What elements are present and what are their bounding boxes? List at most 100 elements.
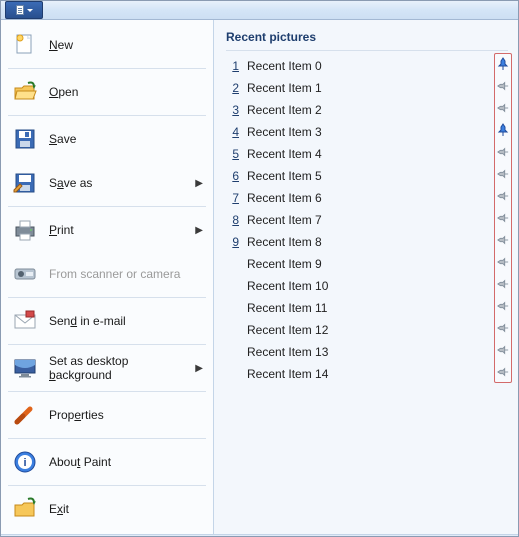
pin-icon[interactable] [497,298,509,314]
menu-item-exit[interactable]: Exit [4,487,210,531]
menu-item-about-paint[interactable]: i About Paint [4,440,210,484]
menu-item-print[interactable]: Print ▶ [4,208,210,252]
menu-item-label: From scanner or camera [49,267,203,281]
menu-item-set-as-desktop-background[interactable]: Set as desktop background▶ [4,346,210,390]
recent-item[interactable]: Recent Item 13 [226,341,508,363]
recent-heading: Recent pictures [226,28,508,51]
titlebar [1,1,518,20]
pin-icon[interactable] [497,100,509,116]
pin-icon-pinned[interactable] [497,122,509,138]
recent-item[interactable]: 5 Recent Item 4 [226,143,508,165]
menu-separator [8,344,206,345]
recent-item-name: Recent Item 7 [247,213,322,227]
desktop-icon [11,354,39,382]
chevron-down-icon [27,9,33,12]
exit-icon [11,495,39,523]
pin-icon[interactable] [497,342,509,358]
app-window: New Open Save Save as ▶ Print ▶ From scanner or… [0,0,519,537]
menu-item-save-as[interactable]: Save as ▶ [4,161,210,205]
menu-footer [1,534,518,536]
properties-icon [11,401,39,429]
recent-item-number: 3 [229,103,239,117]
email-icon [11,307,39,335]
menu-item-save[interactable]: Save [4,117,210,161]
about-icon: i [11,448,39,476]
menu-separator [8,438,206,439]
pin-icon[interactable] [497,78,509,94]
pin-icon[interactable] [497,364,509,380]
recent-item-number: 7 [229,191,239,205]
menu-item-properties[interactable]: Properties [4,393,210,437]
svg-text:i: i [23,457,26,469]
submenu-arrow-icon: ▶ [195,178,203,189]
recent-item-name: Recent Item 4 [247,147,322,161]
menu-separator [8,485,206,486]
document-icon [16,5,24,15]
recent-item[interactable]: 8 Recent Item 7 [226,209,508,231]
save-icon [11,125,39,153]
recent-item-name: Recent Item 10 [247,279,328,293]
recent-item[interactable]: Recent Item 11 [226,297,508,319]
menu-item-label: Properties [49,408,203,422]
pin-icon[interactable] [497,188,509,204]
recent-item-name: Recent Item 9 [247,257,322,271]
pin-icon[interactable] [497,144,509,160]
recent-item[interactable]: Recent Item 10 [226,275,508,297]
menu-left-column: New Open Save Save as ▶ Print ▶ From scanner or… [1,20,214,534]
recent-item[interactable]: 7 Recent Item 6 [226,187,508,209]
pin-icon[interactable] [497,320,509,336]
recent-item[interactable]: 2Recent Item 1 [226,77,508,99]
recent-item[interactable]: 9Recent Item 8 [226,231,508,253]
recent-item[interactable]: 1 Recent Item 0 [226,55,508,77]
menu-item-new[interactable]: New [4,23,210,67]
pin-icon[interactable] [497,210,509,226]
pin-icon[interactable] [497,276,509,292]
pin-icon[interactable] [497,166,509,182]
recent-item[interactable]: 4 Recent Item 3 [226,121,508,143]
menu-item-label: About Paint [49,455,203,469]
recent-item-number: 8 [229,213,239,227]
recent-item[interactable]: Recent Item 14 [226,363,508,385]
recent-item[interactable]: Recent Item 12 [226,319,508,341]
menu-item-label: Save as [49,176,185,190]
recent-item-name: Recent Item 6 [247,191,322,205]
menu-separator [8,68,206,69]
recent-item-name: Recent Item 3 [247,125,322,139]
recent-item-number: 1 [229,59,239,73]
menu-item-label: New [49,38,203,52]
open-icon [11,78,39,106]
menu-item-label: Send in e-mail [49,314,203,328]
recent-item[interactable]: Recent Item 9 [226,253,508,275]
recent-item-name: Recent Item 5 [247,169,322,183]
recent-list: 1Recent Item 02Recent Item 13Recent Item… [226,55,508,526]
menu-separator [8,391,206,392]
pin-icon[interactable] [497,254,509,270]
recent-item-number: 4 [229,125,239,139]
menu-item-from-scanner-or-camera: From scanner or camera [4,252,210,296]
recent-item-name: Recent Item 11 [247,301,327,315]
saveas-icon [11,169,39,197]
pin-icon-pinned[interactable] [497,56,509,72]
menu-item-label: Save [49,132,203,146]
pin-column [494,53,512,383]
menu-item-label: Open [49,85,203,99]
recent-panel: Recent pictures 1 Recent Item 0 2Recent It… [214,20,518,534]
recent-item-number: 9 [229,235,239,249]
application-menu-button[interactable] [5,1,43,19]
menu-separator [8,297,206,298]
recent-item[interactable]: 6 Recent Item 5 [226,165,508,187]
recent-item-name: Recent Item 0 [247,59,322,73]
menu-separator [8,115,206,116]
recent-item[interactable]: 3Recent Item 2 [226,99,508,121]
recent-item-name: Recent Item 1 [247,81,322,95]
menu-item-label: Print [49,223,185,237]
menu-item-label: Exit [49,502,203,516]
menu-body: New Open Save Save as ▶ Print ▶ From scanner or… [1,20,518,534]
recent-item-number: 5 [229,147,239,161]
menu-item-open[interactable]: Open [4,70,210,114]
menu-item-send-in-e-mail[interactable]: Send in e-mail [4,299,210,343]
pin-icon[interactable] [497,232,509,248]
recent-item-number: 6 [229,169,239,183]
recent-item-name: Recent Item 12 [247,323,328,337]
submenu-arrow-icon: ▶ [195,225,203,236]
